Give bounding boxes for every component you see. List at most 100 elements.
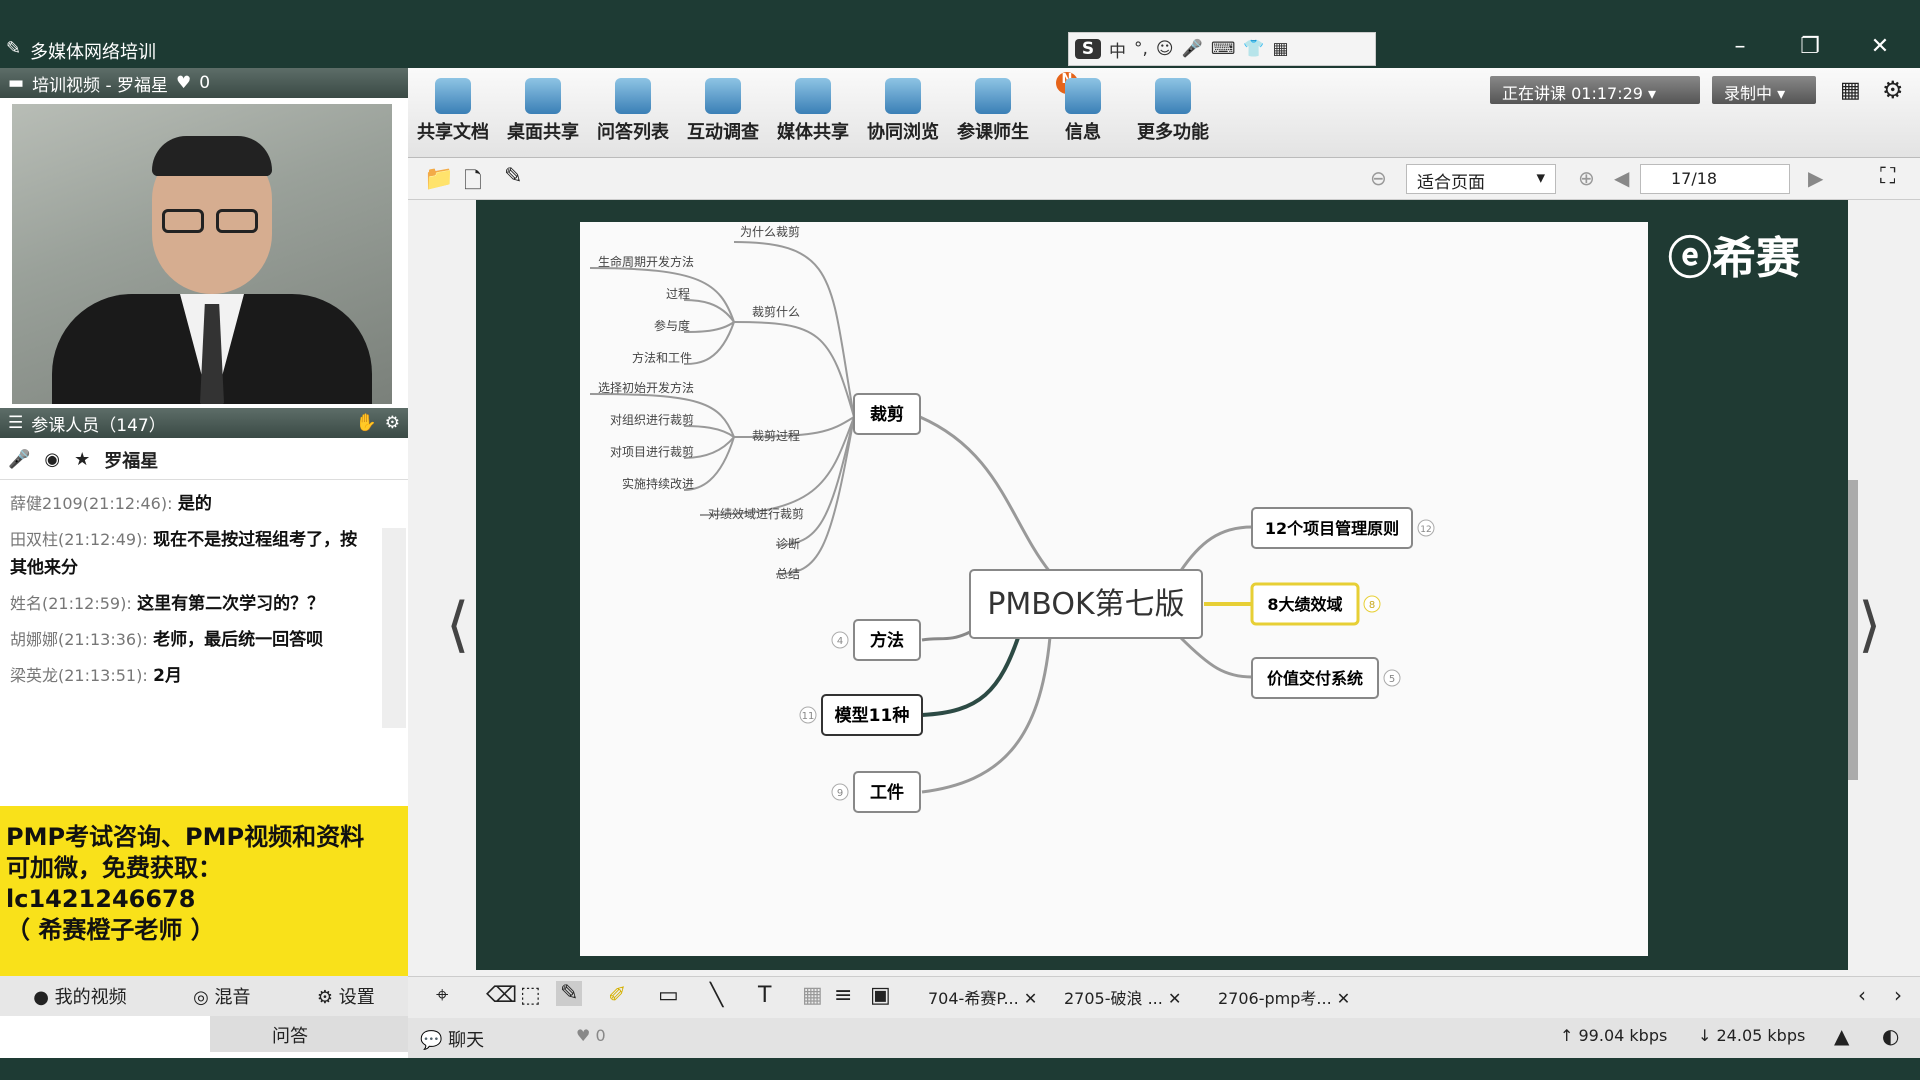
tool-more[interactable]: 更多功能 bbox=[1130, 78, 1216, 144]
next-page-icon[interactable]: ▶ bbox=[1808, 166, 1823, 190]
media-icon bbox=[795, 78, 831, 114]
mix-label: 混音 bbox=[214, 987, 251, 1008]
screenshot-icon[interactable]: ▣ bbox=[870, 983, 891, 1008]
qa-tab[interactable]: 问答 bbox=[210, 1016, 408, 1052]
ime-item[interactable]: 🎤 bbox=[1182, 39, 1203, 59]
tool-desktop-share[interactable]: 桌面共享 bbox=[500, 78, 586, 144]
color-icon[interactable]: ▦ bbox=[802, 983, 823, 1008]
ime-toolbar[interactable]: S 中 °, ☺ 🎤 ⌨ 👕 ▦ bbox=[1068, 32, 1376, 66]
document-toolbar: 📁 🗋 ✎ ⊖ 适合页面 ▾ ⊕ ◀ 17/18 ▶ ⛶ bbox=[408, 158, 1920, 200]
chat-scrollbar[interactable] bbox=[382, 528, 406, 728]
new-page-icon[interactable]: 🗋 bbox=[464, 164, 482, 202]
ime-item[interactable]: °, bbox=[1134, 39, 1148, 59]
desktop-icon bbox=[525, 78, 561, 114]
chat-message: 田双柱(21:12:49): 现在不是按过程组考了，按其他来分 bbox=[10, 530, 358, 578]
restore-icon[interactable]: ❐ bbox=[1790, 34, 1830, 62]
fullscreen-icon[interactable]: ⛶ bbox=[1880, 164, 1895, 189]
highlighter-icon[interactable]: ✐ bbox=[608, 983, 626, 1008]
page-indicator[interactable]: 17/18 bbox=[1640, 164, 1790, 194]
logo-text: 希赛 bbox=[1712, 233, 1800, 284]
rectangle-icon[interactable]: ▭ bbox=[658, 983, 679, 1008]
zoom-out-icon[interactable]: ⊖ bbox=[1370, 166, 1387, 190]
title-bar: ✎ 多媒体网络培训 S 中 °, ☺ 🎤 ⌨ 👕 ▦ – ❐ ✕ bbox=[0, 30, 1920, 68]
pen-icon[interactable]: ✎ bbox=[556, 981, 583, 1006]
chat-message: 胡娜娜(21:13:36): 老师，最后统一回答呗 bbox=[10, 630, 324, 650]
doc-tab[interactable]: 704-希赛P... ✕ bbox=[928, 985, 1037, 1009]
gear-icon[interactable]: ⚙ bbox=[1882, 76, 1904, 104]
text-tool-icon[interactable]: T bbox=[758, 983, 771, 1008]
attendee-row[interactable]: 🎤 ◉ ★ 罗福星 bbox=[0, 440, 408, 480]
tool-share-document[interactable]: 共享文档 bbox=[410, 78, 496, 144]
qa-list-icon bbox=[615, 78, 651, 114]
subitem: 实施持续改进 bbox=[622, 476, 694, 491]
tab-scroll-left-icon[interactable]: ‹ bbox=[1858, 983, 1866, 1007]
mic-icon[interactable]: 🎤 bbox=[8, 449, 30, 470]
tab-scroll-right-icon[interactable]: › bbox=[1894, 983, 1902, 1007]
select-icon[interactable]: ⬚ bbox=[520, 983, 541, 1008]
left-panel: ▬ 培训视频 - 罗福星 ♥ 0 ☰ 参课人员（147） ✋ ⚙ 🎤 ◉ ★ 罗… bbox=[0, 68, 455, 1058]
close-icon[interactable]: ✕ bbox=[1860, 34, 1900, 62]
people-icon bbox=[975, 78, 1011, 114]
chat-message: 薛健2109(21:12:46): 是的 bbox=[10, 494, 212, 514]
video-glasses-left bbox=[162, 209, 204, 233]
node-tailoring-label: 裁剪 bbox=[870, 404, 904, 425]
zoom-in-icon[interactable]: ⊕ bbox=[1578, 166, 1595, 190]
pointer-icon[interactable]: ⌖ bbox=[436, 983, 448, 1008]
next-slide-arrow-icon[interactable]: ⟩ bbox=[1858, 590, 1881, 660]
tool-info[interactable]: 信息 bbox=[1040, 78, 1126, 144]
likes-counter[interactable]: ♥ 0 bbox=[576, 1026, 606, 1045]
settings-small-icon[interactable]: ⚙ bbox=[385, 413, 400, 433]
presenter-video bbox=[12, 104, 392, 404]
subitem: 对组织进行裁剪 bbox=[610, 412, 694, 427]
presenter-role-icon: ★ bbox=[74, 449, 91, 470]
tool-qa-list[interactable]: 问答列表 bbox=[590, 78, 676, 144]
doc-tab[interactable]: 2705-破浪 ... ✕ bbox=[1064, 985, 1181, 1009]
tab-close-icon[interactable]: ✕ bbox=[1024, 989, 1037, 1008]
ime-item[interactable]: ▦ bbox=[1273, 39, 1289, 59]
tool-media-share[interactable]: 媒体共享 bbox=[770, 78, 856, 144]
subitem: 裁剪什么 bbox=[752, 304, 800, 319]
ime-item[interactable]: ⌨ bbox=[1211, 39, 1236, 59]
minimize-icon[interactable]: – bbox=[1720, 34, 1760, 62]
recording-button[interactable]: 录制中 ▾ bbox=[1712, 76, 1816, 104]
status-globe-icon: ◐ bbox=[1882, 1024, 1900, 1048]
main-toolbar: 共享文档 桌面共享 问答列表 N 互动调查 媒体共享 协同浏览 参课师生 信息 … bbox=[408, 68, 1920, 158]
chat-tab[interactable]: 💬 聊天 bbox=[420, 1026, 484, 1052]
eraser-icon[interactable]: ⌫ bbox=[486, 983, 517, 1008]
settings-button[interactable]: ⚙ 设置 bbox=[317, 983, 375, 1009]
prev-slide-arrow-icon[interactable]: ⟨ bbox=[446, 590, 469, 660]
tool-cobrowse[interactable]: 协同浏览 bbox=[860, 78, 946, 144]
hand-raise-icon[interactable]: ✋ bbox=[356, 413, 377, 433]
zoom-select[interactable]: 适合页面 ▾ bbox=[1406, 164, 1556, 194]
chevron-down-icon: ▾ bbox=[1536, 168, 1545, 188]
attendees-title: 参课人员（147） bbox=[31, 415, 166, 436]
survey-icon bbox=[705, 78, 741, 114]
subitem: 为什么裁剪 bbox=[740, 224, 800, 239]
tool-survey[interactable]: 互动调查 bbox=[680, 78, 766, 144]
lecturing-status-button[interactable]: 正在讲课 01:17:29 ▾ bbox=[1490, 76, 1700, 104]
subitem: 总结 bbox=[776, 567, 800, 581]
sogou-logo-icon[interactable]: S bbox=[1075, 39, 1101, 59]
folder-icon[interactable]: 📁 bbox=[424, 164, 454, 192]
doc-tab[interactable]: 2706-pmp考... ✕ bbox=[1218, 985, 1350, 1009]
mix-button[interactable]: ◎ 混音 bbox=[193, 983, 250, 1009]
prev-page-icon[interactable]: ◀ bbox=[1614, 166, 1629, 190]
tab-close-icon[interactable]: ✕ bbox=[1168, 989, 1181, 1008]
video-panel-header: ▬ 培训视频 - 罗福星 ♥ 0 bbox=[0, 68, 408, 98]
slide: PMBOK第七版 裁剪 方法 4 模型11种 11 工件 9 12个项目管理原则… bbox=[476, 200, 1848, 970]
line-width-icon[interactable]: ≡ bbox=[834, 983, 852, 1008]
line-icon[interactable]: ╲ bbox=[710, 983, 723, 1008]
subitem: 参与度 bbox=[654, 318, 690, 333]
heart-icon[interactable]: ♥ bbox=[176, 73, 191, 93]
drawing-toolbar: ⌖ ⌫ ⬚ ✎ ✐ ▭ ╲ T ▦ ≡ ▣ 704-希赛P... ✕ 2705-… bbox=[408, 976, 1920, 1018]
ime-item[interactable]: ☺ bbox=[1156, 39, 1174, 59]
tool-participants[interactable]: 参课师生 bbox=[950, 78, 1036, 144]
subitem: 诊断 bbox=[776, 536, 800, 551]
layout-icon[interactable]: ▦ bbox=[1840, 78, 1861, 103]
my-video-button[interactable]: ● 我的视频 bbox=[33, 983, 126, 1009]
ime-item[interactable]: 👕 bbox=[1243, 39, 1264, 59]
tab-close-icon[interactable]: ✕ bbox=[1337, 989, 1350, 1008]
ime-item[interactable]: 中 bbox=[1109, 37, 1126, 62]
camera-icon[interactable]: ◉ bbox=[44, 449, 60, 470]
edit-icon[interactable]: ✎ bbox=[504, 164, 522, 189]
